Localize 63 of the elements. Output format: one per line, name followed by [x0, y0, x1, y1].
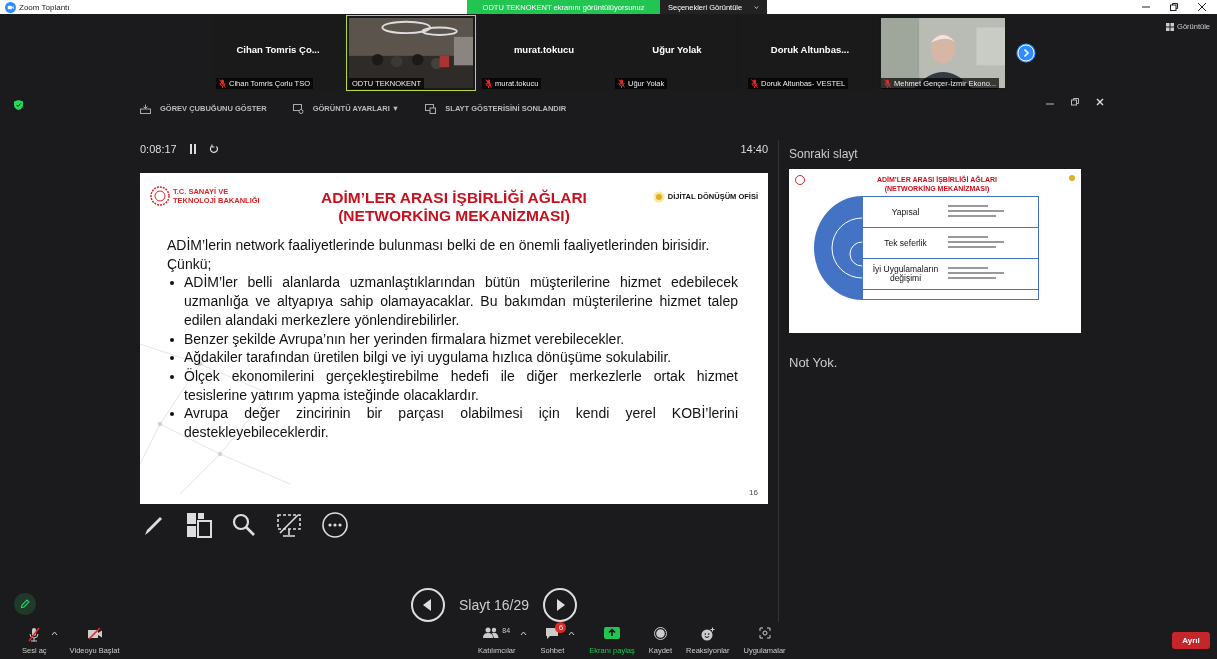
pause-icon[interactable] — [188, 144, 197, 155]
slide-bullet-text: ADİM’ler belli alanlarda uzmanlaştıklarından bütün müşterilerine hizmet edebilecek uzmanlığa ve altyapıya sahip olamayacaklar. Bu bakımdan müşterilerine hizmet talep edilen alandaki merkezlere yönlendirebilirler. — [184, 273, 738, 330]
shield-icon[interactable] — [14, 100, 23, 110]
bullet-icon — [170, 412, 174, 417]
muted-mic-icon — [27, 626, 42, 642]
clock-time: 14:40 — [740, 143, 768, 156]
taskbar-icon — [140, 103, 151, 114]
caret-icon[interactable] — [50, 630, 58, 636]
ministry-emblem-icon — [150, 185, 170, 206]
apps-icon — [758, 626, 771, 639]
next-slide-button[interactable] — [543, 588, 578, 622]
slide-title: ADİM’LER ARASI İŞBİRLİĞİ AĞLARI (NETWORKİNG MEKANİZMASI) — [320, 188, 588, 227]
layout-icon[interactable] — [186, 512, 212, 539]
video-off-icon — [86, 626, 103, 640]
participant-name: murat.tokucu — [513, 43, 575, 55]
share-screen-icon — [604, 626, 620, 639]
slide-paragraph: Çünkü; — [167, 254, 213, 274]
speaker-notes: Not Yok. — [789, 355, 839, 370]
reset-icon[interactable] — [208, 144, 219, 155]
notification-badge: 6 — [555, 621, 567, 633]
screen-off-icon[interactable] — [276, 512, 302, 539]
caret-icon[interactable] — [519, 630, 527, 636]
window-title: Zoom Toplantı — [19, 2, 70, 12]
chat-bubble-icon — [545, 626, 560, 640]
restore-icon[interactable] — [1169, 2, 1179, 12]
caret-icon — [754, 4, 759, 10]
search-icon[interactable] — [232, 513, 256, 538]
previous-slide-button[interactable] — [410, 588, 445, 622]
thumbnail-row-label: İyi Uygulamaların değişimi — [871, 264, 940, 284]
slide-paragraph: ADİM’lerin network faaliyetlerinde bulunması belki de en önemli faaliyetlerinden birisidir. — [167, 236, 711, 255]
next-slide-heading: Sonraki slayt — [789, 147, 859, 161]
thumbnail-row-label: Tek seferlik — [883, 238, 928, 248]
more-icon[interactable] — [322, 512, 348, 539]
participant-name: Doruk Altunbas... — [770, 43, 850, 55]
pencil-icon[interactable] — [14, 593, 36, 615]
slide-bullet-text: Ağdakiler tarafından üretilen bilgi ve iyi uygulama hızlıca dönüşüme sokulabilir. — [184, 348, 673, 367]
sun-emblem-icon — [652, 190, 665, 203]
sun-emblem-icon — [1069, 175, 1075, 181]
grid-icon — [1166, 22, 1175, 31]
thumbnail-row-label: Yapısal — [890, 207, 921, 217]
bullet-icon — [170, 374, 174, 379]
caret-icon[interactable] — [568, 630, 576, 636]
participant-name: Uğur Yolak — [652, 43, 702, 55]
close-icon[interactable] — [1197, 2, 1207, 12]
bullet-icon — [170, 281, 174, 286]
elapsed-time: 0:08:17 — [140, 143, 177, 156]
bullet-icon — [170, 356, 174, 361]
monitor-icon — [425, 103, 437, 114]
participant-name: Cihan Tomris Ço... — [236, 43, 320, 55]
record-icon — [653, 626, 667, 640]
ministry-emblem-icon — [795, 175, 805, 185]
slide-bullet-text: Benzer şekilde Avrupa’nın her yerinden firmalara hizmet verebilecekler. — [184, 329, 626, 349]
slide-bullet-text: Ölçek ekonomilerini gerçekleştirebilme hedefi ile diğer merkezlerle ortak hizmet tesislerine yatırım yapma isteğinde olacaklardır. — [184, 366, 738, 405]
next-page-button[interactable] — [1016, 43, 1036, 63]
restore-icon[interactable] — [1071, 98, 1079, 106]
slide-counter: Slayt 16/29 — [458, 597, 530, 613]
slide-number: 16 — [749, 487, 758, 497]
monitor-settings-icon — [292, 103, 304, 114]
smiley-plus-icon — [700, 626, 715, 641]
bullet-icon — [170, 337, 174, 342]
slide-bullet-text: Avrupa değer zincirinin bir parçası olabilmesi için kendi yerel KOBİ’lerini destekleyebileceklerdir. — [184, 404, 738, 442]
leave-button[interactable]: Ayrıl — [1172, 632, 1210, 649]
people-icon — [483, 626, 500, 639]
